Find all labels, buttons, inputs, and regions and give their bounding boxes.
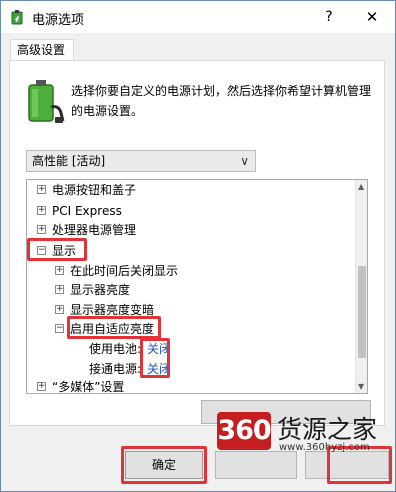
tree-scrollbar[interactable]: ▲ ▼ (355, 180, 367, 393)
power-plan-select[interactable]: 高性能 [活动] ∨ (26, 150, 256, 172)
tree-item-label: PCI Express (52, 204, 122, 218)
expand-icon[interactable]: + (37, 206, 46, 215)
highlight-box (121, 446, 207, 484)
battery-icon (28, 80, 65, 123)
power-plan-value: 高性能 [活动] (32, 154, 106, 168)
tree-item-label: “多媒体”设置 (52, 380, 125, 394)
power-options-icon (11, 10, 23, 25)
watermark-url: www.360hyzj.com (279, 442, 370, 453)
chevron-down-icon[interactable]: ∨ (240, 151, 249, 171)
tree-item-label: 显示器亮度 (70, 283, 131, 297)
tree-item-label: 电源按钮和盖子 (52, 183, 137, 197)
highlight-box (67, 316, 161, 339)
scrollbar-thumb[interactable] (358, 266, 366, 358)
power-options-dialog: 电源选项 ? ✕ 高级设置 选择你要自定义的电源计划，然后选择你希望计算机管理的… (0, 0, 396, 492)
setting-label: 接通电源: (89, 362, 142, 376)
watermark: 360 货源之家 www.360hyzj.com (217, 408, 395, 456)
tab-advanced-settings[interactable]: 高级设置 (10, 39, 74, 61)
expand-icon[interactable]: + (55, 305, 64, 314)
expand-icon[interactable]: + (37, 225, 46, 234)
watermark-logo: 360 (217, 412, 272, 450)
expand-icon[interactable]: + (37, 185, 46, 194)
scroll-down-icon[interactable]: ▼ (358, 382, 364, 391)
tree-item-label: 在此时间后关闭显示 (70, 264, 179, 278)
expand-icon[interactable]: + (55, 285, 64, 294)
settings-tree[interactable]: + 电源按钮和盖子 + PCI Express + 处理器电源管理 − 显示 +… (26, 179, 368, 394)
tree-item-label: 处理器电源管理 (52, 223, 137, 237)
close-button[interactable]: ✕ (360, 6, 384, 28)
highlight-box (140, 338, 170, 378)
watermark-name: 货源之家 (277, 415, 378, 444)
help-button[interactable]: ? (317, 6, 341, 28)
expand-icon[interactable]: + (37, 382, 46, 391)
setting-label: 使用电池: (89, 342, 142, 356)
highlight-box (27, 238, 87, 261)
scroll-up-icon[interactable]: ▲ (358, 182, 364, 191)
instructions-text: 选择你要自定义的电源计划，然后选择你希望计算机管理的电源设置。 (71, 84, 372, 118)
title-bar: 电源选项 ? ✕ (1, 1, 395, 33)
window-title: 电源选项 (32, 13, 85, 28)
expand-icon[interactable]: + (55, 266, 64, 275)
collapse-icon[interactable]: − (55, 324, 64, 333)
